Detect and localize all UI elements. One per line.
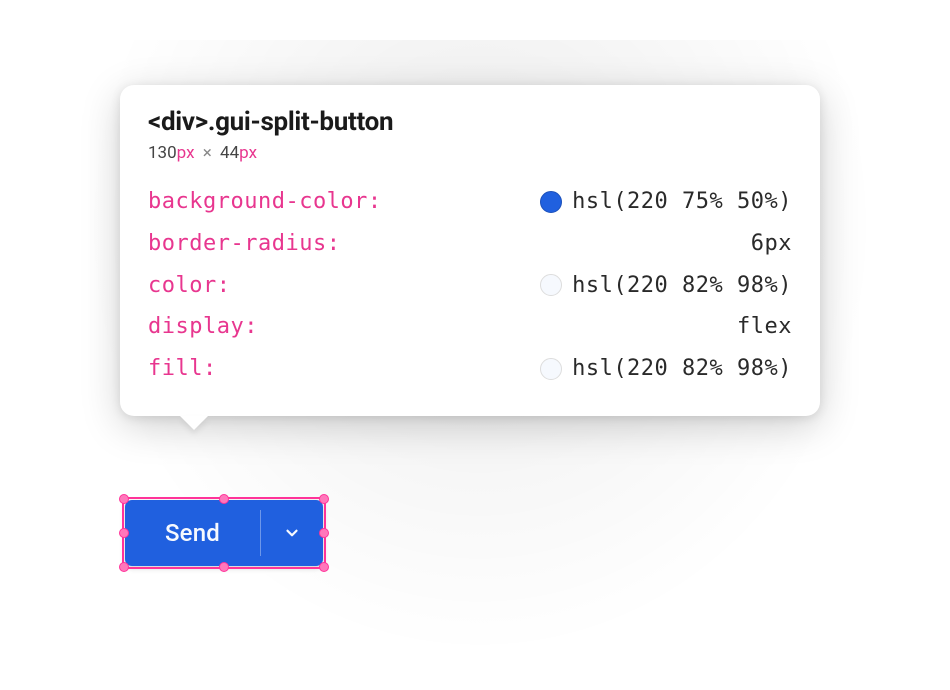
height-unit: px [239, 143, 257, 163]
css-property-name: fill [148, 348, 203, 390]
send-button[interactable]: Send [125, 500, 260, 566]
css-property-value: hsl(220 82% 98%) [540, 348, 792, 390]
css-property-value-text: flex [737, 306, 792, 348]
color-swatch-icon [540, 191, 562, 213]
css-property-name: color [148, 265, 217, 307]
css-property-row: display: flex [148, 306, 792, 348]
css-property-row: fill: hsl(220 82% 98%) [148, 348, 792, 390]
css-property-value-text: hsl(220 82% 98%) [572, 348, 792, 390]
css-property-value: hsl(220 82% 98%) [540, 265, 792, 307]
css-property-name: background-color [148, 181, 368, 223]
color-swatch-icon [540, 358, 562, 380]
css-property-colon: : [203, 348, 217, 390]
width-value: 130 [148, 143, 177, 163]
css-property-value-text: 6px [751, 223, 792, 265]
gui-split-button[interactable]: Send [125, 500, 323, 566]
color-swatch-icon [540, 274, 562, 296]
inspected-element-wrapper: Send [125, 500, 323, 566]
css-property-colon: : [244, 306, 258, 348]
width-unit: px [177, 143, 195, 163]
send-button-label: Send [165, 519, 220, 547]
css-property-value-text: hsl(220 82% 98%) [572, 265, 792, 307]
css-property-value: hsl(220 75% 50%) [540, 181, 792, 223]
css-property-colon: : [327, 223, 341, 265]
css-property-value-text: hsl(220 75% 50%) [572, 181, 792, 223]
split-button-dropdown[interactable] [261, 500, 323, 566]
tooltip-selector: <div>.gui-split-button [148, 107, 792, 137]
css-property-colon: : [368, 181, 382, 223]
tooltip-dimensions: 130px × 44px [148, 143, 792, 163]
devtools-tooltip: <div>.gui-split-button 130px × 44px back… [120, 85, 820, 416]
css-property-name: border-radius [148, 223, 327, 265]
css-property-value: 6px [751, 223, 792, 265]
height-value: 44 [220, 143, 239, 163]
css-property-row: color: hsl(220 82% 98%) [148, 265, 792, 307]
css-property-value: flex [737, 306, 792, 348]
css-property-colon: : [217, 265, 231, 307]
dimension-separator: × [203, 143, 212, 163]
css-property-row: background-color: hsl(220 75% 50%) [148, 181, 792, 223]
chevron-down-icon [283, 524, 301, 542]
css-property-name: display [148, 306, 244, 348]
css-property-row: border-radius: 6px [148, 223, 792, 265]
css-properties-list: background-color:hsl(220 75% 50%)border-… [148, 181, 792, 390]
